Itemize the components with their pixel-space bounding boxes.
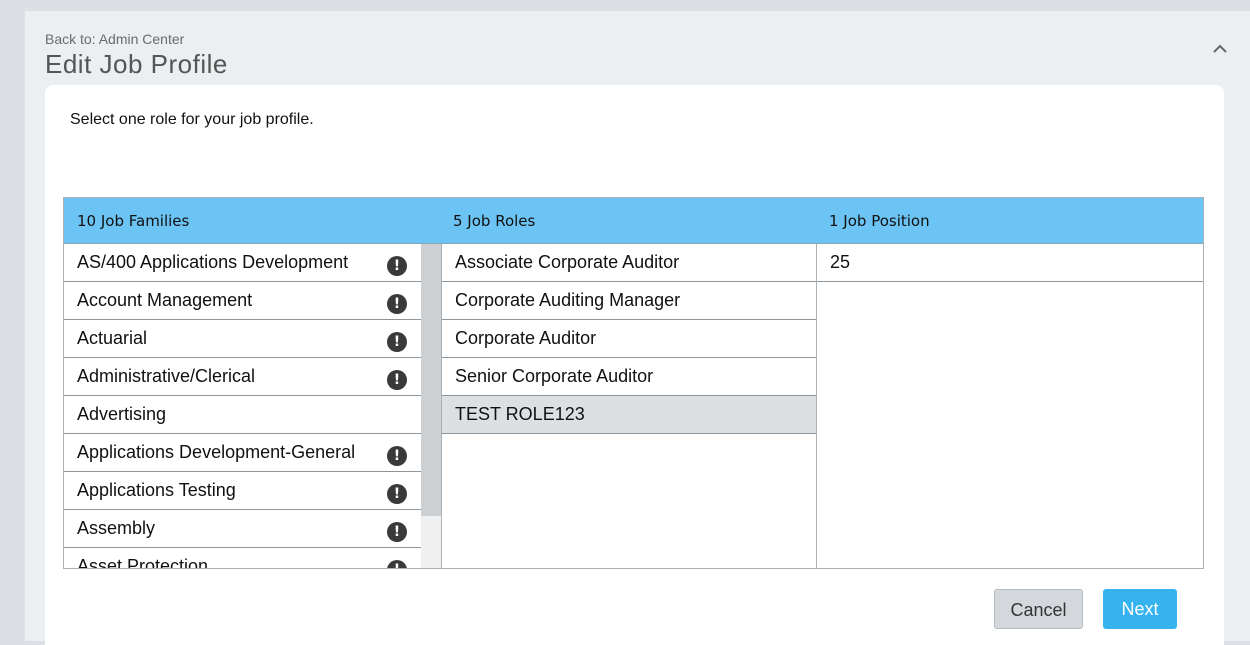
job-role-item[interactable]: Associate Corporate Auditor bbox=[442, 244, 816, 282]
job-family-item-label: Asset Protection bbox=[77, 556, 209, 569]
exclamation-circle-icon: ! bbox=[387, 446, 407, 466]
job-family-item[interactable]: Applications Development-General! bbox=[64, 434, 421, 472]
exclamation-circle-icon: ! bbox=[387, 522, 407, 542]
job-family-item-label: Actuarial bbox=[77, 328, 148, 348]
job-role-item-label: TEST ROLE123 bbox=[455, 404, 585, 424]
grid-header: 10 Job Families 5 Job Roles 1 Job Positi… bbox=[64, 198, 1203, 244]
job-family-item-label: Assembly bbox=[77, 518, 156, 538]
job-family-item-label: Account Management bbox=[77, 290, 253, 310]
exclamation-circle-icon: ! bbox=[387, 370, 407, 390]
back-to-admin-center-link[interactable]: Back to: Admin Center bbox=[45, 31, 184, 47]
job-family-item-label: Advertising bbox=[77, 404, 167, 424]
job-family-item[interactable]: Asset Protection! bbox=[64, 548, 421, 569]
collapse-button[interactable] bbox=[1210, 39, 1230, 59]
job-position-item[interactable]: 25 bbox=[817, 244, 1203, 282]
job-roles-list: Associate Corporate Auditor Corporate Aud… bbox=[441, 244, 817, 568]
exclamation-circle-icon: ! bbox=[387, 560, 407, 568]
job-role-item[interactable]: Corporate Auditor bbox=[442, 320, 816, 358]
cancel-button[interactable]: Cancel bbox=[994, 589, 1083, 629]
families-scrollbar-thumb[interactable] bbox=[421, 244, 441, 516]
job-family-item-label: Administrative/Clerical bbox=[77, 366, 256, 386]
job-position-header: 1 Job Position bbox=[829, 212, 930, 230]
job-role-item-label: Senior Corporate Auditor bbox=[455, 366, 654, 386]
job-family-item[interactable]: Actuarial! bbox=[64, 320, 421, 358]
job-family-item[interactable]: Assembly! bbox=[64, 510, 421, 548]
next-button[interactable]: Next bbox=[1103, 589, 1177, 629]
job-family-item[interactable]: Applications Testing! bbox=[64, 472, 421, 510]
page-title: Edit Job Profile bbox=[45, 49, 228, 79]
exclamation-circle-icon: ! bbox=[387, 332, 407, 352]
job-role-item[interactable]: Senior Corporate Auditor bbox=[442, 358, 816, 396]
job-roles-header: 5 Job Roles bbox=[453, 212, 536, 230]
job-families-header: 10 Job Families bbox=[77, 212, 190, 230]
job-family-item-label: AS/400 Applications Development bbox=[77, 252, 349, 272]
job-family-item-label: Applications Development-General bbox=[77, 442, 356, 462]
job-selection-grid: 10 Job Families 5 Job Roles 1 Job Positi… bbox=[63, 197, 1204, 569]
exclamation-circle-icon: ! bbox=[387, 484, 407, 504]
job-family-item[interactable]: Advertising bbox=[64, 396, 421, 434]
job-family-item[interactable]: Administrative/Clerical! bbox=[64, 358, 421, 396]
exclamation-circle-icon: ! bbox=[387, 256, 407, 276]
job-family-item[interactable]: AS/400 Applications Development! bbox=[64, 244, 421, 282]
job-role-item-label: Corporate Auditing Manager bbox=[455, 290, 681, 310]
job-family-item-label: Applications Testing bbox=[77, 480, 236, 500]
job-role-item[interactable]: TEST ROLE123 bbox=[442, 396, 816, 434]
job-position-item-label: 25 bbox=[830, 252, 851, 272]
exclamation-circle-icon: ! bbox=[387, 294, 407, 314]
chevron-up-icon bbox=[1213, 44, 1227, 53]
instruction-text: Select one role for your job profile. bbox=[70, 111, 314, 128]
job-profile-card: Select one role for your job profile. 10… bbox=[45, 85, 1224, 645]
job-role-item[interactable]: Corporate Auditing Manager bbox=[442, 282, 816, 320]
job-family-item[interactable]: Account Management! bbox=[64, 282, 421, 320]
job-role-item-label: Associate Corporate Auditor bbox=[455, 252, 680, 272]
job-positions-list: 25 bbox=[817, 244, 1203, 568]
main-panel: Back to: Admin Center Edit Job Profile S… bbox=[25, 11, 1250, 645]
job-families-list: AS/400 Applications Development! Account … bbox=[64, 244, 421, 569]
job-role-item-label: Corporate Auditor bbox=[455, 328, 597, 348]
